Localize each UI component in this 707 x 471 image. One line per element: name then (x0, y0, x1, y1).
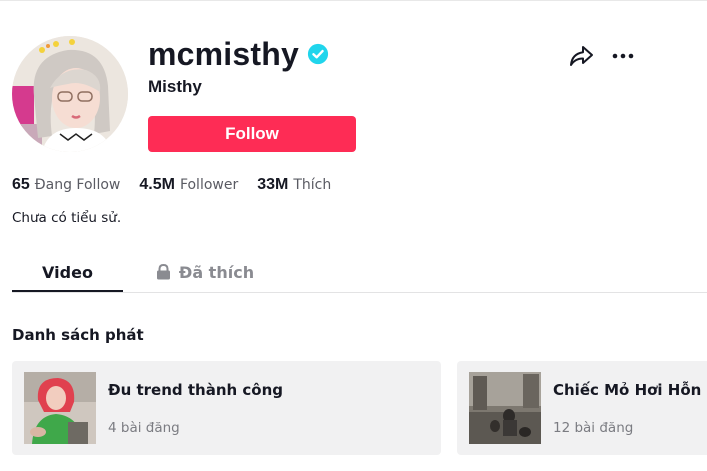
playlist-post-count: 12 bài đăng (553, 420, 634, 436)
likes-count: 33M (257, 176, 289, 193)
followers-count: 4.5M (139, 176, 175, 193)
username-row: mcmisthy (148, 34, 329, 74)
verified-badge-icon (307, 43, 329, 65)
playlists-title: Danh sách phát (12, 326, 144, 344)
follow-button[interactable]: Follow (148, 116, 356, 152)
more-icon[interactable] (611, 48, 635, 64)
following-stat[interactable]: 65 Đang Follow (12, 176, 120, 194)
avatar-image (12, 36, 128, 152)
playlist-post-count: 4 bài đăng (108, 420, 180, 436)
tab-video[interactable]: Video (12, 252, 123, 292)
profile-stats: 65 Đang Follow 4.5M Follower 33M Thích (12, 176, 350, 198)
top-divider (0, 0, 707, 1)
following-label: Đang Follow (34, 177, 121, 193)
profile-tabs: Video Đã thích (12, 252, 707, 293)
active-tab-indicator (12, 290, 123, 292)
playlist-card[interactable]: Chiếc Mỏ Hơi Hỗn 12 bài đăng (457, 361, 707, 455)
playlist-card[interactable]: Đu trend thành công 4 bài đăng (12, 361, 441, 455)
tab-video-label: Video (42, 262, 93, 282)
likes-label: Thích (293, 177, 332, 193)
likes-stat: 33M Thích (257, 176, 331, 194)
playlist-thumbnail (469, 372, 541, 444)
playlist-name: Đu trend thành công (108, 381, 284, 399)
share-icon[interactable] (568, 44, 594, 68)
following-count: 65 (12, 176, 30, 193)
playlist-name: Chiếc Mỏ Hơi Hỗn (553, 381, 702, 399)
tab-liked-label: Đã thích (178, 262, 255, 282)
avatar[interactable] (12, 36, 128, 152)
playlist-thumbnail (24, 372, 96, 444)
nickname: Misthy (148, 77, 202, 96)
lock-icon (156, 264, 170, 280)
followers-stat[interactable]: 4.5M Follower (139, 176, 238, 194)
followers-label: Follower (179, 177, 239, 193)
username: mcmisthy (148, 35, 299, 72)
bio: Chưa có tiểu sử. (12, 210, 122, 226)
tab-liked[interactable]: Đã thích (150, 252, 260, 292)
